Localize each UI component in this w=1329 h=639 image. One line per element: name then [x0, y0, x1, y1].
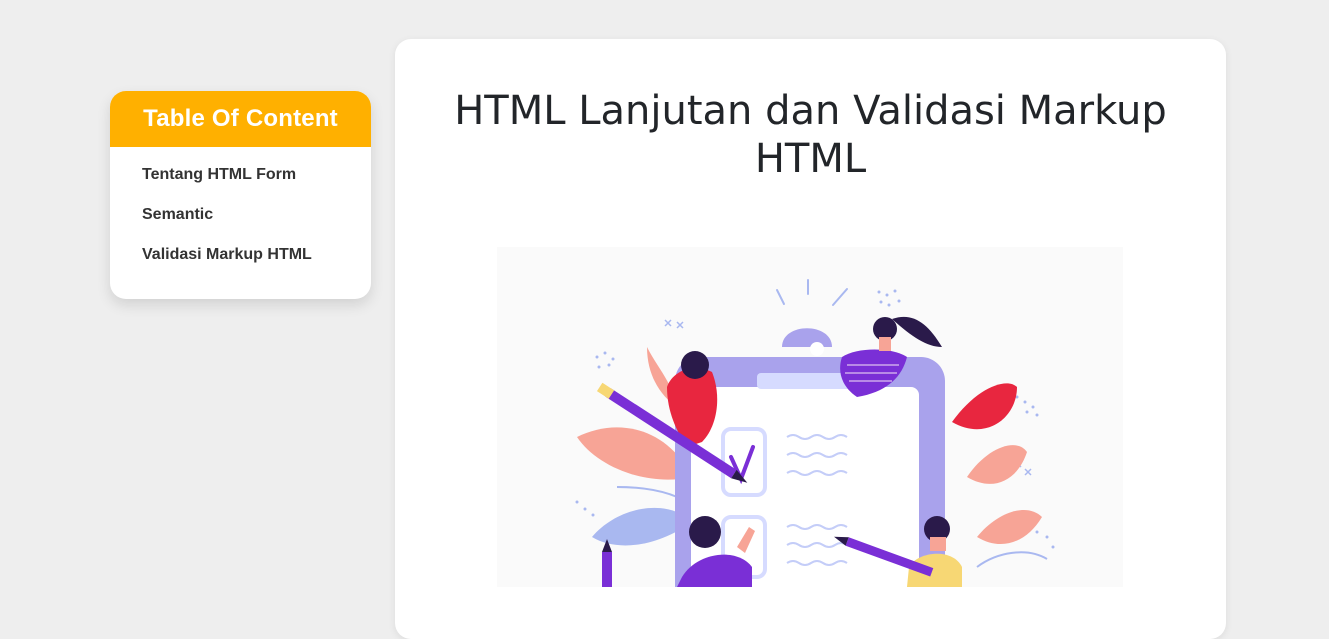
toc-item-semantic[interactable]: Semantic — [142, 203, 371, 243]
toc-header: Table Of Content — [110, 91, 371, 147]
hero-illustration — [497, 247, 1123, 587]
toc-list: Tentang HTML Form Semantic Validasi Mark… — [110, 147, 371, 283]
page-title: HTML Lanjutan dan Validasi Markup HTML — [454, 88, 1167, 182]
toc-item-tentang-html-form[interactable]: Tentang HTML Form — [142, 163, 371, 203]
table-of-content: Table Of Content Tentang HTML Form Seman… — [110, 91, 371, 299]
toc-title: Table Of Content — [143, 105, 338, 132]
article-card: HTML Lanjutan dan Validasi Markup HTML — [395, 39, 1226, 639]
toc-item-validasi-markup-html[interactable]: Validasi Markup HTML — [142, 243, 371, 283]
checklist-illustration — [575, 279, 1055, 587]
